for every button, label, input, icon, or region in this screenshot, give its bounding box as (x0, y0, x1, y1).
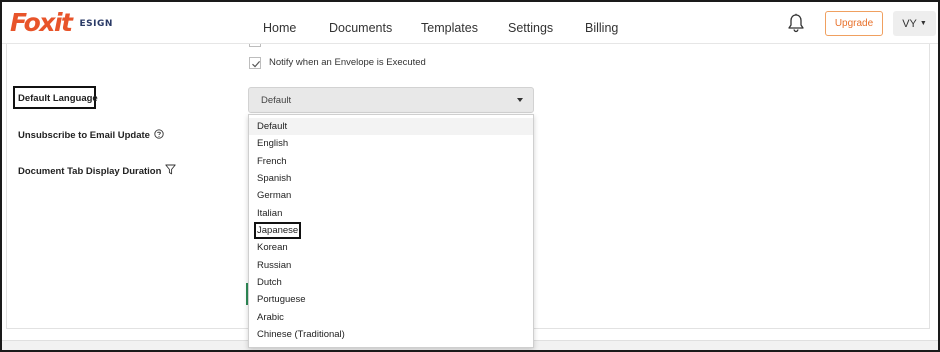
option-german[interactable]: German (249, 187, 533, 204)
bell-icon[interactable] (787, 13, 805, 33)
option-portuguese[interactable]: Portuguese (249, 291, 533, 308)
logo-wordmark: Foxit (10, 8, 73, 37)
user-menu-button[interactable]: VY ▼ (893, 11, 936, 36)
nav-home[interactable]: Home (263, 21, 296, 35)
default-language-select[interactable]: Default (248, 87, 534, 113)
select-value: Default (261, 94, 292, 106)
unsubscribe-label: Unsubscribe to Email Update (18, 130, 150, 141)
foxit-logo[interactable]: Foxit ESIGN (10, 10, 113, 36)
tab-duration-label: Document Tab Display Duration (18, 165, 162, 177)
default-language-label: Default Language (18, 93, 98, 104)
option-french[interactable]: French (249, 153, 533, 170)
option-arabic[interactable]: Arabic (249, 309, 533, 326)
upgrade-button[interactable]: Upgrade (825, 11, 883, 36)
nav-billing[interactable]: Billing (585, 21, 618, 35)
unsubscribe-setting: Unsubscribe to Email Update (18, 129, 164, 142)
top-header: Foxit ESIGN Home Documents Templates Set… (2, 2, 938, 44)
option-italian[interactable]: Italian (249, 205, 533, 222)
help-circle-icon[interactable] (154, 129, 164, 142)
nav-settings[interactable]: Settings (508, 21, 553, 35)
filter-icon[interactable] (165, 164, 177, 178)
logo-subtitle: ESIGN (79, 19, 113, 29)
option-dutch[interactable]: Dutch (249, 274, 533, 291)
user-initials: VY (902, 17, 917, 30)
option-russian[interactable]: Russian (249, 257, 533, 274)
tab-duration-setting: Document Tab Display Duration (18, 164, 177, 178)
option-english[interactable]: English (249, 135, 533, 152)
option-default[interactable]: Default (249, 118, 533, 135)
option-korean[interactable]: Korean (249, 239, 533, 256)
option-chinese-traditional[interactable]: Chinese (Traditional) (249, 326, 533, 343)
nav-documents[interactable]: Documents (329, 21, 392, 35)
caret-down-icon (517, 98, 523, 102)
notify-executed-checkbox[interactable] (249, 57, 261, 69)
option-spanish[interactable]: Spanish (249, 170, 533, 187)
chevron-down-icon: ▼ (919, 20, 927, 27)
japanese-option-highlight (254, 222, 301, 239)
nav-templates[interactable]: Templates (421, 21, 478, 35)
notify-executed-label: Notify when an Envelope is Executed (269, 57, 426, 68)
previous-checkbox[interactable] (249, 44, 261, 47)
